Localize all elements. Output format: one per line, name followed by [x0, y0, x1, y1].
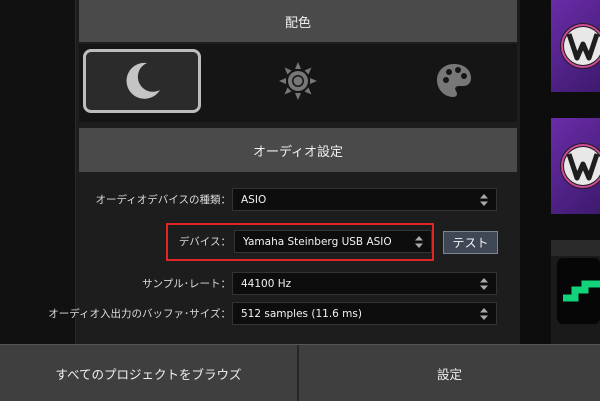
left-sidebar: [0, 0, 75, 344]
theme-selector: [79, 44, 517, 122]
updown-arrows-icon: [480, 307, 488, 321]
sample-rate-label: サンプル･レート：: [142, 278, 231, 290]
device-type-value: ASIO: [241, 194, 267, 206]
updown-arrows-icon: [480, 277, 488, 291]
device-value: Yamaha Steinberg USB ASIO: [243, 236, 392, 248]
settings-button[interactable]: 設定: [299, 345, 600, 401]
palette-icon: [437, 64, 471, 97]
test-button[interactable]: テスト: [443, 231, 498, 254]
waveform-preview-icon: [551, 240, 600, 324]
buffer-size-label: オーディオ入出力のバッファ･サイズ：: [48, 308, 231, 320]
bottom-bar: すべてのプロジェクトをブラウズ 設定: [0, 344, 600, 401]
settings-panel: 配色 オーディオ設定 オーディオデバイスの種類： ASIO デバイス： Yama…: [48, 0, 521, 344]
device-type-select[interactable]: ASIO: [232, 188, 497, 211]
project-thumbnails: [520, 0, 600, 344]
updown-arrows-icon: [480, 193, 488, 207]
audio-settings-title: オーディオ設定: [252, 144, 344, 160]
moon-icon: [126, 62, 160, 99]
audio-settings-header: オーディオ設定: [79, 128, 517, 172]
buffer-size-value: 512 samples (11.6 ms): [241, 308, 362, 320]
sample-rate-select[interactable]: 44100 Hz: [232, 272, 497, 295]
app-logo-icon: [560, 143, 600, 189]
browse-all-projects-label: すべてのプロジェクトをブラウズ: [55, 366, 242, 382]
project-thumbnail[interactable]: [551, 240, 600, 344]
buffer-size-select[interactable]: 512 samples (11.6 ms): [232, 302, 497, 325]
device-type-label: オーディオデバイスの種類：: [95, 194, 231, 206]
device-type-row: オーディオデバイスの種類： ASIO: [79, 188, 517, 212]
app-logo-icon: [560, 23, 600, 69]
sample-rate-value: 44100 Hz: [241, 278, 292, 290]
theme-dark-button[interactable]: [83, 49, 201, 113]
project-thumbnail[interactable]: [551, 0, 600, 92]
settings-label: 設定: [436, 366, 462, 382]
color-scheme-title: 配色: [284, 15, 311, 31]
theme-light-button[interactable]: [239, 49, 357, 113]
updown-arrows-icon: [415, 235, 423, 249]
browse-all-projects-button[interactable]: すべてのプロジェクトをブラウズ: [0, 345, 299, 401]
sample-rate-row: サンプル･レート： 44100 Hz: [79, 272, 517, 296]
buffer-size-row: オーディオ入出力のバッファ･サイズ： 512 samples (11.6 ms): [48, 302, 517, 326]
audio-settings-body: オーディオデバイスの種類： ASIO デバイス： Yamaha Steinber…: [48, 174, 517, 344]
device-label: デバイス：: [178, 236, 231, 248]
sun-icon: [279, 62, 317, 100]
project-thumbnail[interactable]: [551, 118, 600, 214]
theme-custom-button[interactable]: [395, 49, 513, 113]
device-select[interactable]: Yamaha Steinberg USB ASIO: [234, 230, 432, 253]
color-scheme-header: 配色: [79, 0, 517, 42]
